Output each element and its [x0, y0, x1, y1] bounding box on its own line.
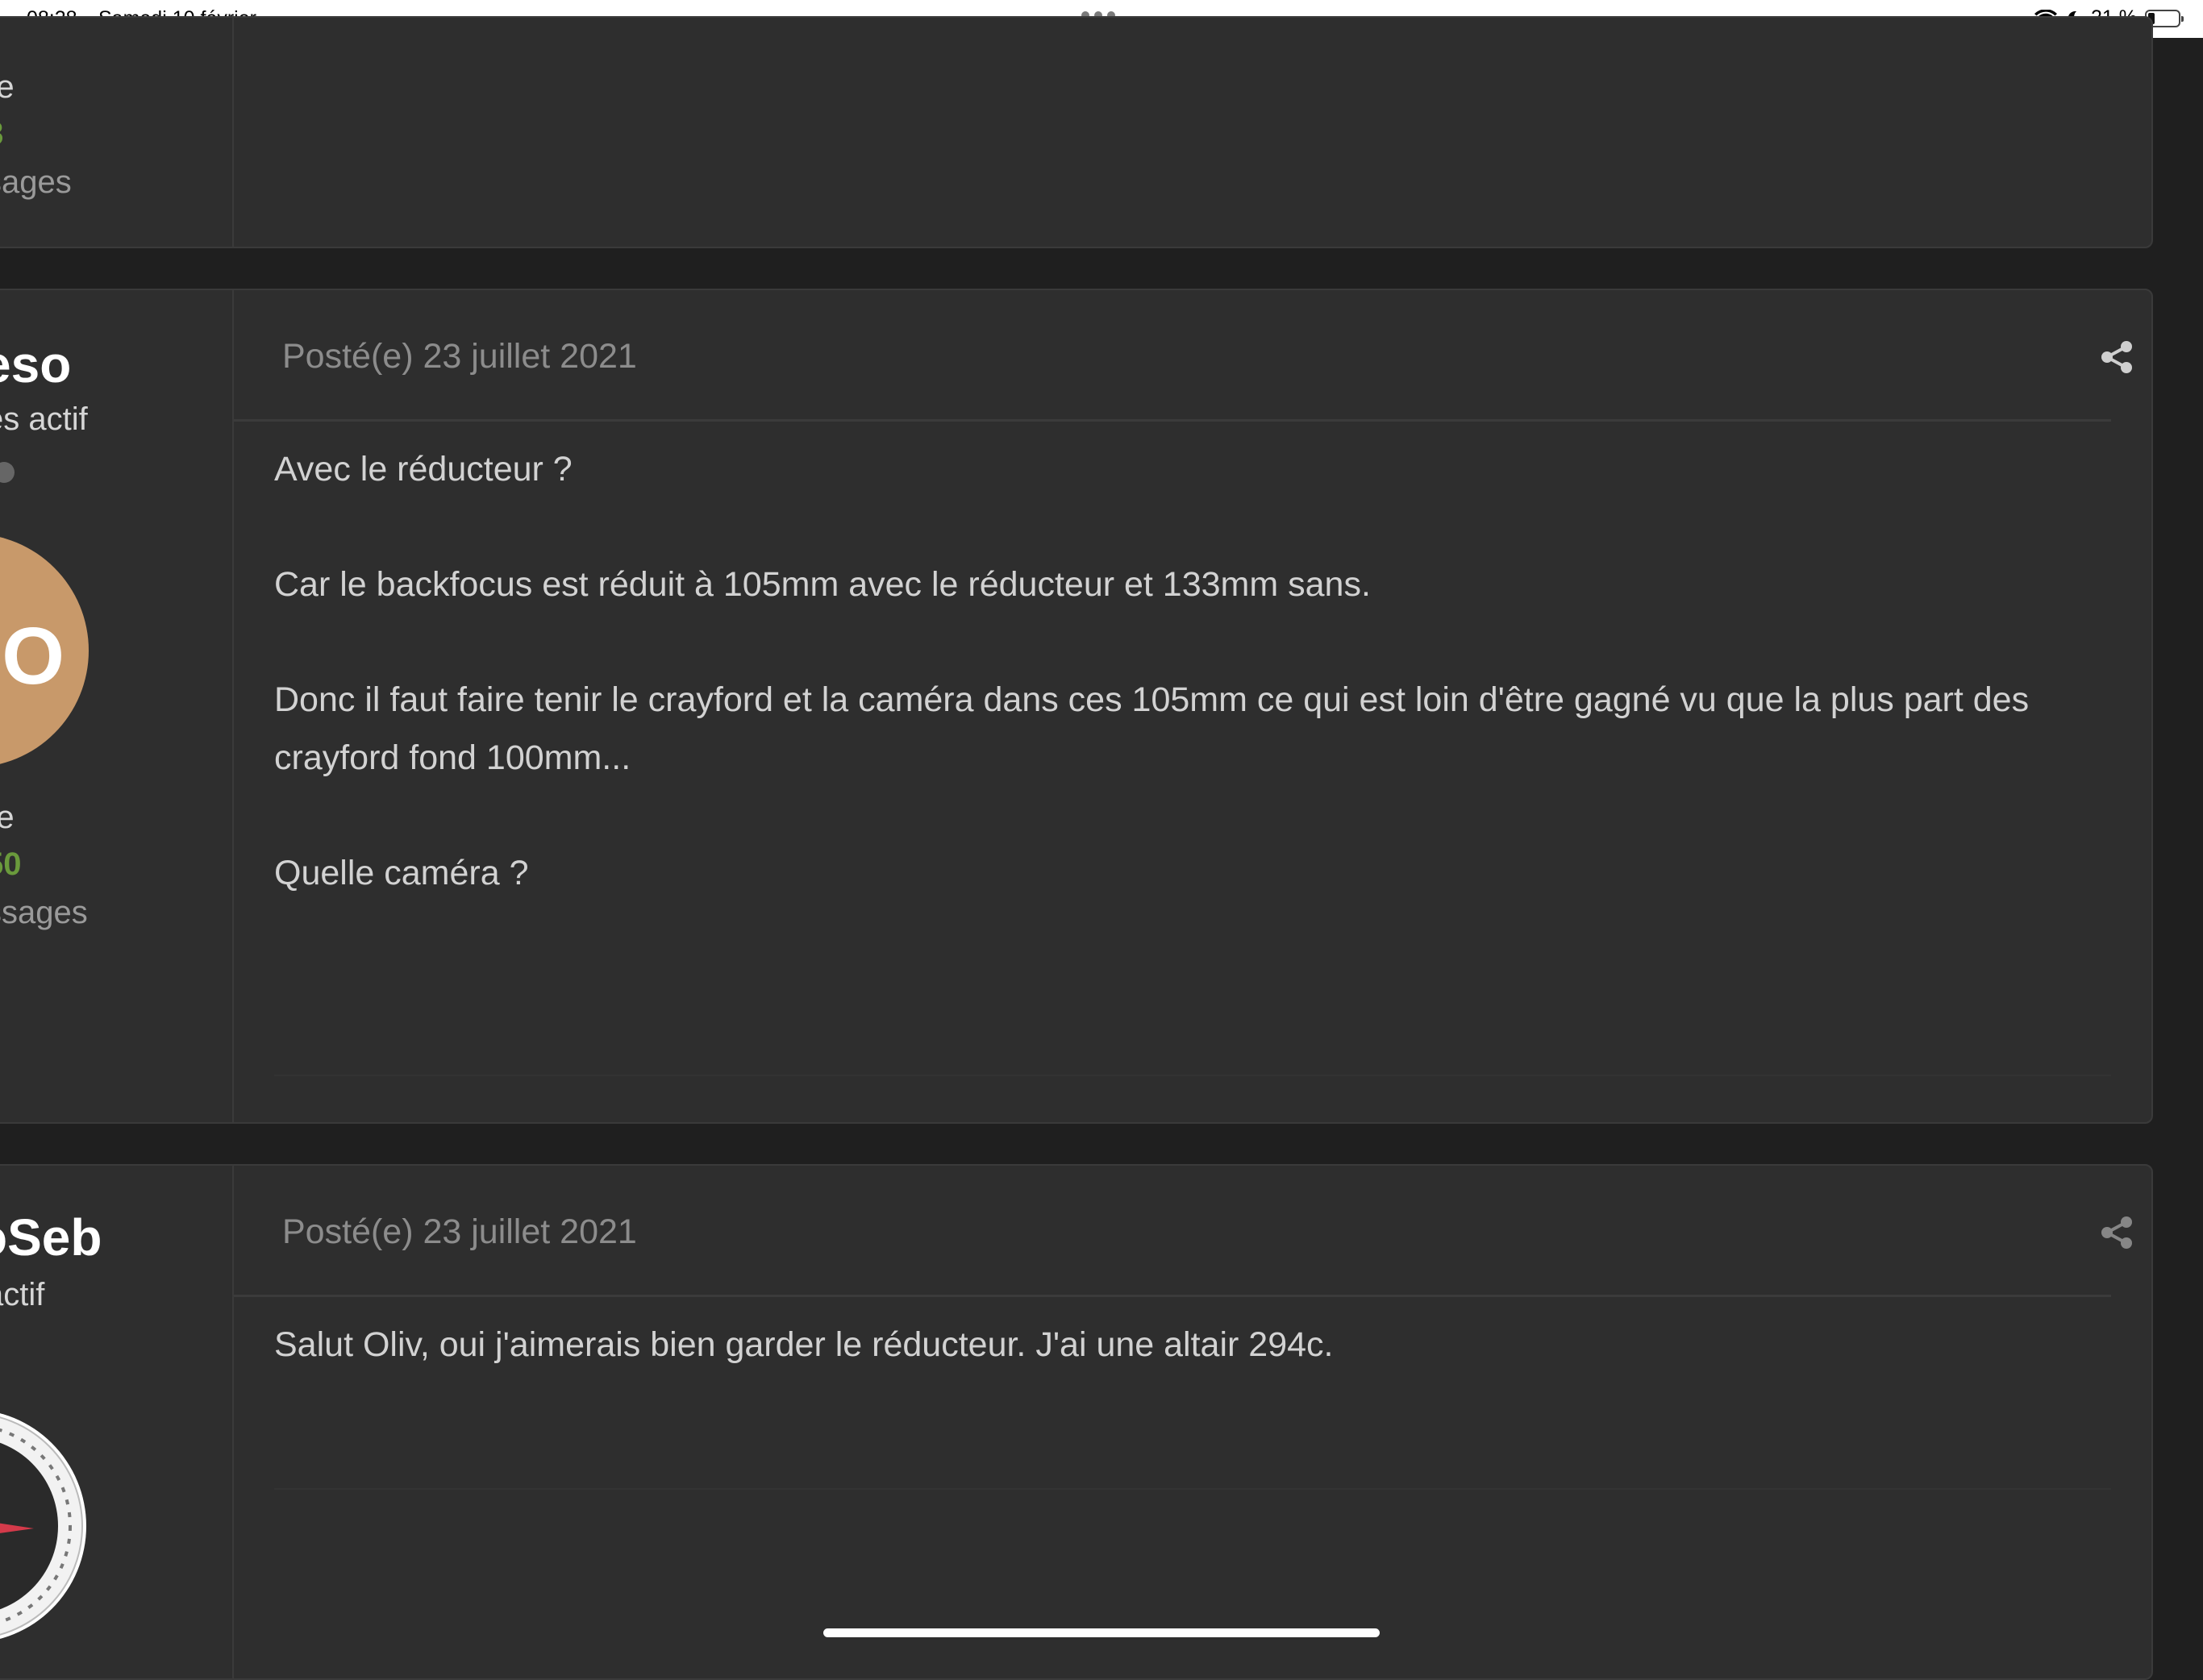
home-indicator[interactable] — [823, 1628, 1380, 1637]
post-divider — [274, 1488, 2111, 1490]
share-icon[interactable] — [2100, 1216, 2134, 1250]
post-paragraph: Avec le réducteur ? — [274, 450, 573, 489]
online-status-dot — [0, 462, 15, 483]
author-panel: oSeb actif — [0, 1166, 234, 1678]
post-content: Posté(e) 23 juillet 2021 Avec le réducte… — [234, 290, 2151, 1122]
post-paragraph: Car le backfocus est réduit à 105mm avec… — [274, 565, 1371, 604]
post-body: Avec le réducteur ? Car le backfocus est… — [274, 440, 2095, 959]
post-paragraph: Donc il faut faire tenir le crayford et … — [274, 680, 2030, 777]
post-body: Salut Oliv, oui j'aimerais bien garder l… — [274, 1316, 2095, 1431]
forum-post: oSeb actif Posté(e) 23 juillet 2021 — [0, 1164, 2153, 1680]
author-post-count[interactable]: 50 — [0, 846, 22, 883]
forum-post: re 8 sages — [0, 16, 2153, 248]
author-name[interactable]: oSeb — [0, 1208, 102, 1267]
avatar-letter: O — [2, 611, 65, 701]
forum-post: eso ès actif O re 50 ssages Posté(e) 23 … — [0, 289, 2153, 1124]
author-meta-label: re — [0, 69, 15, 106]
post-paragraph: Salut Oliv, oui j'aimerais bien garder l… — [274, 1325, 1334, 1364]
post-paragraph: Quelle caméra ? — [274, 854, 529, 892]
post-header: Posté(e) 23 juillet 2021 — [234, 290, 2132, 422]
author-messages-label: sages — [0, 164, 72, 200]
author-rank: ès actif — [0, 401, 88, 437]
author-panel: re 8 sages — [0, 18, 234, 247]
author-rank: actif — [0, 1277, 45, 1312]
author-panel: eso ès actif O re 50 ssages — [0, 290, 234, 1122]
author-meta-label: re — [0, 800, 15, 836]
avatar-image — [0, 1416, 83, 1636]
post-divider — [274, 1075, 2111, 1076]
post-header: Posté(e) 23 juillet 2021 — [234, 1166, 2132, 1297]
post-content: Posté(e) 23 juillet 2021 Salut Oliv, oui… — [234, 1166, 2151, 1678]
post-date[interactable]: Posté(e) 23 juillet 2021 — [282, 1212, 637, 1252]
post-date[interactable]: Posté(e) 23 juillet 2021 — [282, 337, 637, 376]
author-name[interactable]: eso — [0, 335, 71, 394]
author-post-count[interactable]: 8 — [0, 116, 3, 152]
share-icon[interactable] — [2100, 340, 2134, 374]
avatar[interactable] — [0, 1409, 86, 1643]
avatar[interactable]: O — [0, 534, 89, 767]
author-messages-label: ssages — [0, 895, 88, 930]
